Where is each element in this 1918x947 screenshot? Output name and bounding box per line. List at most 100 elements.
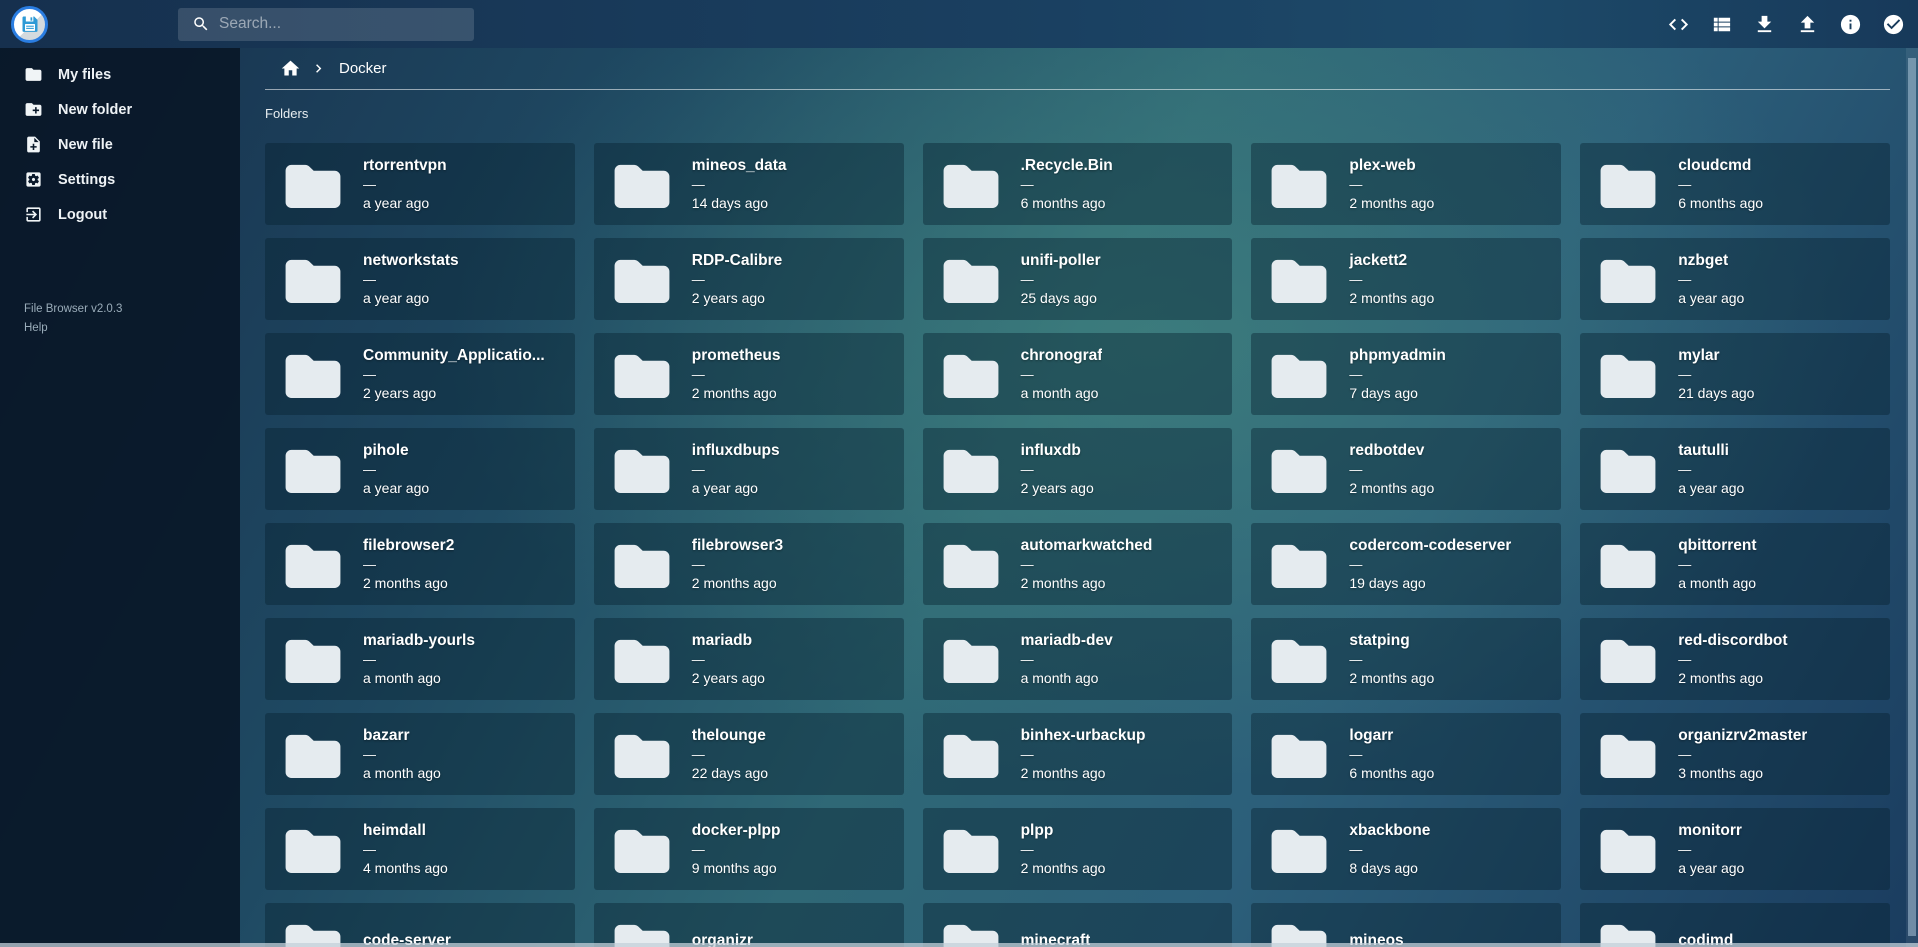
folder-size: — — [1678, 273, 1744, 286]
folder-card[interactable]: red-discordbot — 2 months ago — [1580, 618, 1890, 700]
folder-card-text: influxdbups — a year ago — [692, 442, 780, 496]
folder-card[interactable]: statping — 2 months ago — [1251, 618, 1561, 700]
folder-size: — — [1349, 178, 1434, 191]
sidebar-item-new-folder[interactable]: New folder — [0, 92, 240, 127]
folder-card[interactable]: cloudcmd — 6 months ago — [1580, 143, 1890, 225]
folder-card[interactable]: bazarr — a month ago — [265, 713, 575, 795]
view-list-icon — [1710, 13, 1733, 36]
folder-card[interactable]: tautulli — a year ago — [1580, 428, 1890, 510]
folder-card[interactable]: jackett2 — 2 months ago — [1251, 238, 1561, 320]
folder-size: — — [692, 368, 781, 381]
folder-card[interactable]: filebrowser2 — 2 months ago — [265, 523, 575, 605]
folder-icon — [1271, 731, 1327, 778]
folder-card[interactable]: .Recycle.Bin — 6 months ago — [923, 143, 1233, 225]
folder-card[interactable]: plex-web — 2 months ago — [1251, 143, 1561, 225]
folder-card-text: filebrowser2 — 2 months ago — [363, 537, 454, 591]
folder-card[interactable]: docker-plpp — 9 months ago — [594, 808, 904, 890]
folder-card[interactable]: nzbget — a year ago — [1580, 238, 1890, 320]
folder-card[interactable]: mylar — 21 days ago — [1580, 333, 1890, 415]
folder-size: — — [1678, 178, 1763, 191]
help-link[interactable]: Help — [24, 319, 48, 338]
home-icon[interactable] — [280, 58, 301, 79]
folder-card[interactable]: logarr — 6 months ago — [1251, 713, 1561, 795]
folder-icon — [1271, 351, 1327, 398]
sidebar-item-new-file[interactable]: New file — [0, 127, 240, 162]
folder-size: — — [1021, 178, 1113, 191]
view-list-button[interactable] — [1709, 12, 1733, 36]
folder-card[interactable]: organizr — [594, 903, 904, 947]
folder-card[interactable]: mineos_data — 14 days ago — [594, 143, 904, 225]
folder-time: a year ago — [1678, 480, 1744, 496]
folder-card[interactable]: influxdbups — a year ago — [594, 428, 904, 510]
sidebar-item-logout[interactable]: Logout — [0, 197, 240, 232]
folder-card[interactable]: influxdb — 2 years ago — [923, 428, 1233, 510]
folder-name: nzbget — [1678, 252, 1744, 270]
folder-icon — [1271, 541, 1327, 588]
folder-card[interactable]: xbackbone — 8 days ago — [1251, 808, 1561, 890]
folder-size: — — [1349, 558, 1511, 571]
folder-card[interactable]: filebrowser3 — 2 months ago — [594, 523, 904, 605]
folder-size: — — [1021, 273, 1101, 286]
folder-time: 19 days ago — [1349, 575, 1511, 591]
folder-card[interactable]: mariadb — 2 years ago — [594, 618, 904, 700]
vertical-scrollbar-thumb[interactable] — [1908, 58, 1916, 936]
select-multiple-button[interactable] — [1881, 12, 1905, 36]
folder-card[interactable]: chronograf — a month ago — [923, 333, 1233, 415]
folder-card[interactable]: binhex-urbackup — 2 months ago — [923, 713, 1233, 795]
folder-grid: rtorrentvpn — a year ago mineos_data — 1… — [265, 143, 1890, 947]
folder-card[interactable]: mineos — [1251, 903, 1561, 947]
folder-card[interactable]: qbittorrent — a month ago — [1580, 523, 1890, 605]
folder-card[interactable]: codimd — [1580, 903, 1890, 947]
folder-card-text: Community_Applicatio... — 2 years ago — [363, 347, 545, 401]
folder-time: 2 months ago — [1349, 290, 1434, 306]
folder-card[interactable]: Community_Applicatio... — 2 years ago — [265, 333, 575, 415]
folder-card-text: mariadb-dev — a month ago — [1021, 632, 1113, 686]
folder-size: — — [1021, 463, 1094, 476]
folder-size: — — [1349, 653, 1434, 666]
folder-card[interactable]: networkstats — a year ago — [265, 238, 575, 320]
folder-card[interactable]: redbotdev — 2 months ago — [1251, 428, 1561, 510]
folder-icon — [285, 731, 341, 778]
folder-card[interactable]: minecraft — [923, 903, 1233, 947]
folder-time: 6 months ago — [1021, 195, 1113, 211]
folder-card[interactable]: automarkwatched — 2 months ago — [923, 523, 1233, 605]
folder-card[interactable]: phpmyadmin — 7 days ago — [1251, 333, 1561, 415]
folder-card[interactable]: organizrv2master — 3 months ago — [1580, 713, 1890, 795]
folder-name: mariadb-yourls — [363, 632, 475, 650]
folder-card[interactable]: codercom-codeserver — 19 days ago — [1251, 523, 1561, 605]
sidebar-item-my-files[interactable]: My files — [0, 57, 240, 92]
folder-card[interactable]: unifi-poller — 25 days ago — [923, 238, 1233, 320]
info-button[interactable] — [1838, 12, 1862, 36]
sidebar-item-settings[interactable]: Settings — [0, 162, 240, 197]
folder-card[interactable]: rtorrentvpn — a year ago — [265, 143, 575, 225]
note-add-icon — [24, 135, 43, 154]
folder-card[interactable]: prometheus — 2 months ago — [594, 333, 904, 415]
folder-name: automarkwatched — [1021, 537, 1153, 555]
folder-icon — [943, 731, 999, 778]
folder-card[interactable]: mariadb-yourls — a month ago — [265, 618, 575, 700]
folder-time: 2 years ago — [1021, 480, 1094, 496]
folder-time: a year ago — [692, 480, 780, 496]
folder-card[interactable]: thelounge — 22 days ago — [594, 713, 904, 795]
folder-name: red-discordbot — [1678, 632, 1787, 650]
folder-card[interactable]: plpp — 2 months ago — [923, 808, 1233, 890]
horizontal-scrollbar[interactable] — [0, 943, 1918, 947]
folder-card[interactable]: code-server — [265, 903, 575, 947]
folder-card[interactable]: pihole — a year ago — [265, 428, 575, 510]
folder-name: mariadb — [692, 632, 765, 650]
shell-button[interactable] — [1666, 12, 1690, 36]
folder-card[interactable]: heimdall — 4 months ago — [265, 808, 575, 890]
download-button[interactable] — [1752, 12, 1776, 36]
folder-size: — — [363, 178, 447, 191]
sidebar: My files New folder New file Settings Lo… — [0, 48, 240, 947]
upload-button[interactable] — [1795, 12, 1819, 36]
folder-card-text: xbackbone — 8 days ago — [1349, 822, 1430, 876]
folder-card[interactable]: mariadb-dev — a month ago — [923, 618, 1233, 700]
folder-card[interactable]: monitorr — a year ago — [1580, 808, 1890, 890]
folder-name: prometheus — [692, 347, 781, 365]
folder-size: — — [1021, 558, 1153, 571]
folder-card-text: organizrv2master — 3 months ago — [1678, 727, 1807, 781]
folder-card[interactable]: RDP-Calibre — 2 years ago — [594, 238, 904, 320]
search-input[interactable] — [219, 15, 464, 33]
folder-time: 2 years ago — [692, 290, 782, 306]
